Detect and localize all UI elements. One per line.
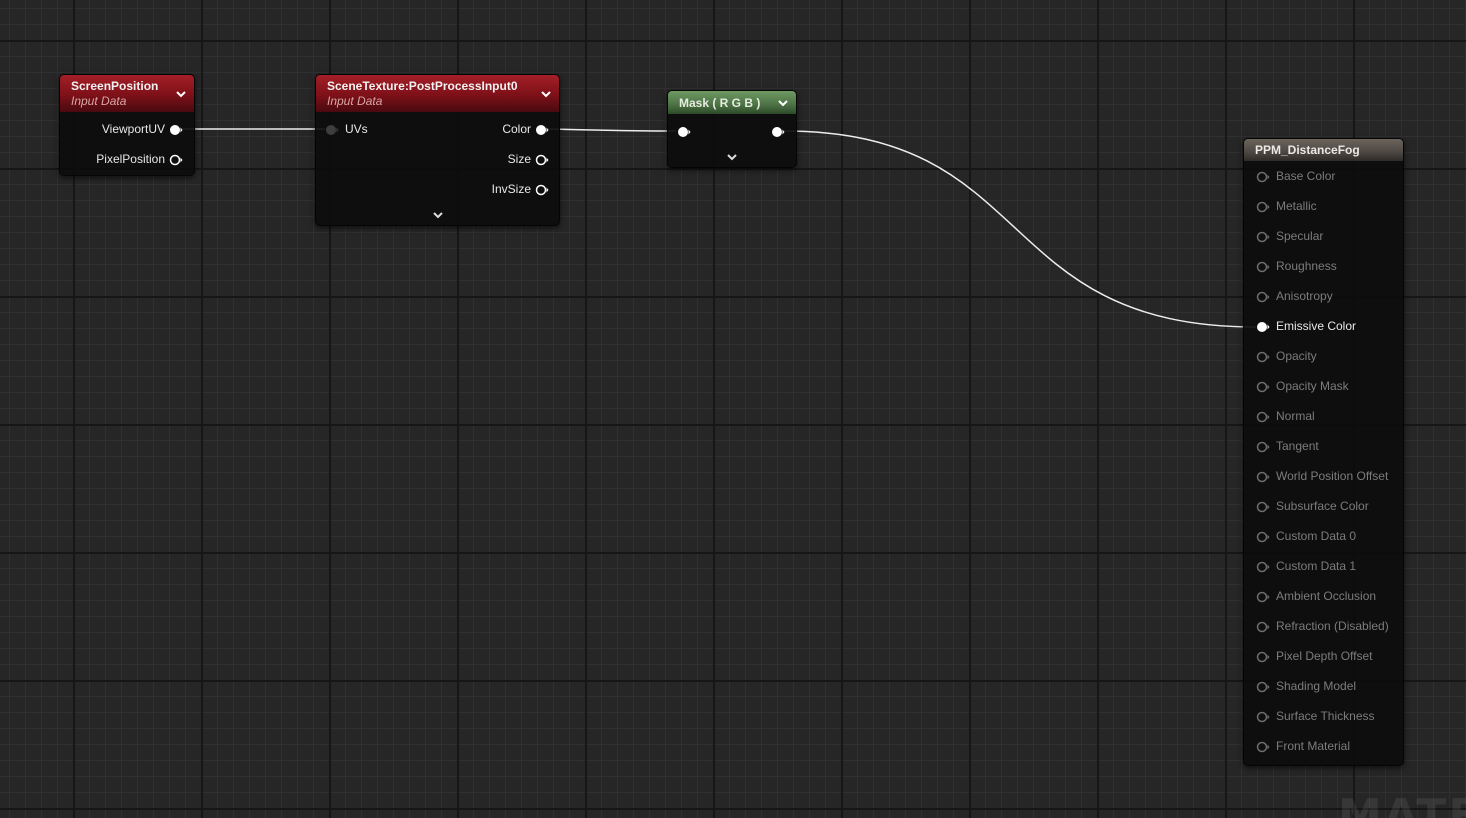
output-pin-mask[interactable] xyxy=(771,126,785,138)
material-input-label: Emissive Color xyxy=(1276,319,1357,333)
screen-position-node[interactable]: ScreenPosition Input Data ViewportUV Pix… xyxy=(59,74,195,176)
material-input-pin[interactable] xyxy=(1256,711,1270,723)
node-subtitle: Input Data xyxy=(327,94,383,108)
material-input-label: Specular xyxy=(1276,229,1324,243)
scene-texture-node[interactable]: SceneTexture:PostProcessInput0 Input Dat… xyxy=(315,74,560,226)
node-header[interactable]: PPM_DistanceFog xyxy=(1244,139,1403,161)
material-input-pin[interactable] xyxy=(1256,411,1270,423)
output-label-invsize: InvSize xyxy=(491,182,531,196)
output-pin-color[interactable] xyxy=(535,124,549,136)
material-input-label: Shading Model xyxy=(1276,679,1357,693)
material-input-label: Pixel Depth Offset xyxy=(1276,649,1373,663)
chevron-down-icon[interactable] xyxy=(175,88,187,100)
material-input-pin[interactable] xyxy=(1256,261,1270,273)
material-input-label: Tangent xyxy=(1276,439,1319,453)
material-input-pin[interactable] xyxy=(1256,681,1270,693)
node-header[interactable]: Mask ( R G B ) xyxy=(668,91,796,114)
material-input-label: Ambient Occlusion xyxy=(1276,589,1377,603)
material-input-pin[interactable] xyxy=(1256,621,1270,633)
expand-chevron-icon[interactable] xyxy=(726,151,738,163)
output-label-pixelposition: PixelPosition xyxy=(96,152,165,166)
material-input-label: Roughness xyxy=(1276,259,1337,273)
material-input-pin[interactable] xyxy=(1256,561,1270,573)
material-input-pin[interactable] xyxy=(1256,441,1270,453)
node-header[interactable]: ScreenPosition Input Data xyxy=(60,75,194,112)
material-input-pin[interactable] xyxy=(1256,471,1270,483)
wire-color-to-mask xyxy=(546,128,677,132)
material-input-label: Opacity Mask xyxy=(1276,379,1349,393)
material-input-label: Custom Data 1 xyxy=(1276,559,1357,573)
node-title: PPM_DistanceFog xyxy=(1255,143,1360,157)
material-input-label: World Position Offset xyxy=(1276,469,1389,483)
node-title: SceneTexture:PostProcessInput0 xyxy=(327,79,518,93)
node-title: ScreenPosition xyxy=(71,79,159,93)
input-pin-mask[interactable] xyxy=(677,126,691,138)
output-pin-invsize[interactable] xyxy=(535,184,549,196)
material-input-pin[interactable] xyxy=(1256,351,1270,363)
node-title: Mask ( R G B ) xyxy=(679,96,761,110)
material-input-label: Normal xyxy=(1276,409,1315,423)
material-input-label: Surface Thickness xyxy=(1276,709,1375,723)
node-subtitle: Input Data xyxy=(71,94,127,108)
material-input-pin[interactable] xyxy=(1256,651,1270,663)
graph-watermark: MATE xyxy=(1338,790,1466,818)
mask-node[interactable]: Mask ( R G B ) xyxy=(667,90,797,168)
material-input-pin[interactable] xyxy=(1256,531,1270,543)
material-input-pin[interactable] xyxy=(1256,231,1270,243)
material-input-pin[interactable] xyxy=(1256,291,1270,303)
material-input-label: Subsurface Color xyxy=(1276,499,1369,513)
material-input-pin[interactable] xyxy=(1256,321,1270,333)
output-pin-pixelposition[interactable] xyxy=(169,154,183,166)
material-input-pin[interactable] xyxy=(1256,201,1270,213)
material-input-pin[interactable] xyxy=(1256,501,1270,513)
output-pin-size[interactable] xyxy=(535,154,549,166)
material-output-node[interactable]: PPM_DistanceFog Base Color Metallic Specul… xyxy=(1243,138,1404,766)
material-input-pin[interactable] xyxy=(1256,171,1270,183)
input-pin-uvs[interactable] xyxy=(325,124,339,136)
material-input-label: Base Color xyxy=(1276,169,1336,183)
input-label-uvs: UVs xyxy=(345,122,368,136)
material-input-label: Anisotropy xyxy=(1276,289,1333,303)
material-input-label: Custom Data 0 xyxy=(1276,529,1357,543)
graph-canvas[interactable]: ScreenPosition Input Data ViewportUV Pix… xyxy=(0,0,1466,818)
expand-chevron-icon[interactable] xyxy=(432,209,444,221)
chevron-down-icon[interactable] xyxy=(540,88,552,100)
wire-mask-to-emissive xyxy=(783,130,1257,328)
output-label-size: Size xyxy=(507,152,531,166)
output-label-color: Color xyxy=(502,122,531,136)
material-input-label: Front Material xyxy=(1276,739,1351,753)
output-pin-viewportuv[interactable] xyxy=(169,124,183,136)
material-input-pin[interactable] xyxy=(1256,741,1270,753)
chevron-down-icon[interactable] xyxy=(777,97,789,109)
output-label-viewportuv: ViewportUV xyxy=(101,122,165,136)
material-input-pin[interactable] xyxy=(1256,381,1270,393)
node-header[interactable]: SceneTexture:PostProcessInput0 Input Dat… xyxy=(316,75,559,112)
material-input-pin[interactable] xyxy=(1256,591,1270,603)
material-input-label: Metallic xyxy=(1276,199,1317,213)
material-input-label: Refraction (Disabled) xyxy=(1276,619,1389,633)
material-input-label: Opacity xyxy=(1276,349,1317,363)
